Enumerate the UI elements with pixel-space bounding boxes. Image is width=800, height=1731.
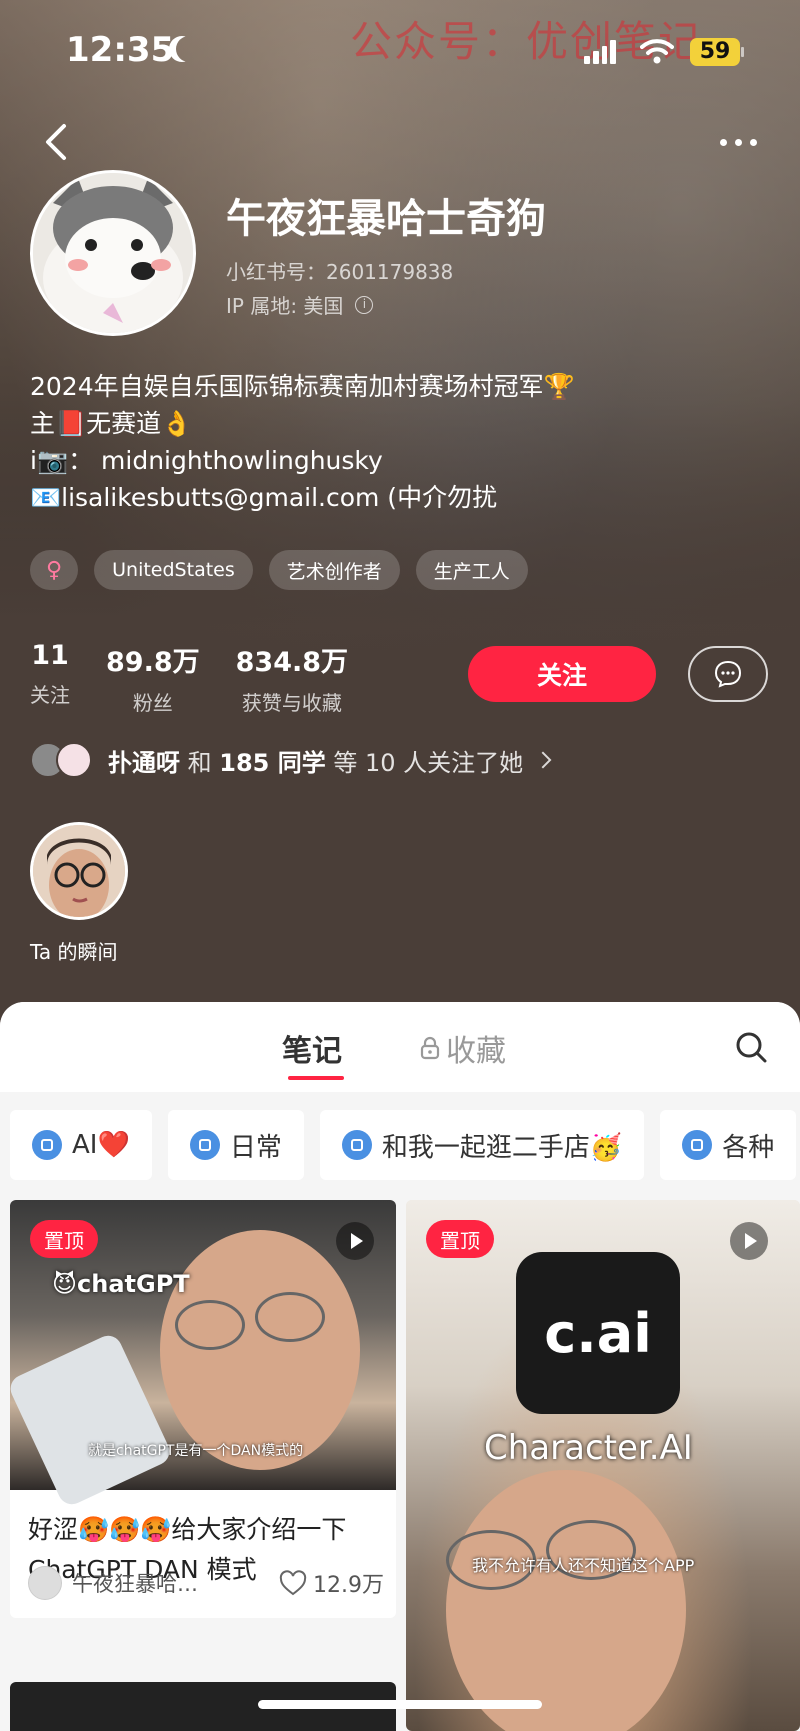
face-illustration	[160, 1230, 360, 1470]
followers-stat[interactable]: 89.8万 粉丝	[106, 640, 200, 716]
tab-collect-label: 收藏	[446, 1034, 506, 1069]
note-card[interactable]: c.ai Character.AI 我不允许有人还不知道这个APP 置顶	[406, 1200, 800, 1731]
stat-value: 89.8万	[106, 647, 200, 678]
tab-bar: 笔记 收藏	[0, 1002, 800, 1092]
profile-name: 午夜狂暴哈士奇狗	[226, 196, 546, 242]
back-arrow-icon[interactable]	[36, 120, 80, 164]
collection-chip[interactable]: AI❤️	[10, 1110, 152, 1180]
following-stat[interactable]: 11 关注	[30, 640, 70, 716]
collection-chip[interactable]: 和我一起逛二手店🥳	[319, 1110, 645, 1180]
message-button[interactable]	[688, 646, 768, 702]
video-overlay-text: Character.AI	[484, 1428, 693, 1468]
occupation-tag: 艺术创作者	[268, 550, 400, 590]
location-tag: UnitedStates	[94, 550, 253, 590]
mutual-avatar	[56, 742, 92, 778]
chat-bubble-icon	[714, 660, 742, 688]
stat-label: 粉丝	[132, 691, 173, 715]
chip-label: 各种	[722, 1132, 775, 1163]
red-id-label: 小红书号：	[226, 260, 326, 284]
video-subtitle: 我不允许有人还不知道这个APP	[472, 1556, 695, 1575]
cellular-signal-icon	[584, 40, 616, 64]
occupation-tag: 生产工人	[415, 550, 528, 590]
moments-label: Ta 的瞬间	[30, 940, 118, 964]
chip-label: AI❤️	[72, 1130, 130, 1160]
content-sheet: 笔记 收藏 AI❤️ 日常 和我一起逛二手店🥳 各种 😈chatGPT 就是ch…	[0, 1002, 800, 1731]
collection-icon	[189, 1130, 220, 1160]
chip-label: 和我一起逛二手店🥳	[381, 1132, 623, 1163]
chevron-right-icon	[534, 751, 552, 769]
pinned-badge: 置顶	[30, 1220, 98, 1258]
stat-value: 834.8万	[235, 647, 349, 678]
bio-line: 2024年自娱自乐国际锦标赛南加村赛场村冠军🏆	[30, 372, 575, 401]
face-illustration	[446, 1470, 686, 1731]
moon-icon	[176, 36, 202, 62]
collection-chip[interactable]: 各种	[660, 1110, 797, 1180]
wifi-icon	[640, 39, 674, 64]
play-icon	[336, 1222, 374, 1260]
glasses-illustration	[255, 1292, 325, 1342]
battery-indicator: 59	[690, 38, 740, 66]
play-icon	[730, 1222, 768, 1260]
stat-label: 获赞与收藏	[241, 691, 342, 715]
chip-label: 日常	[229, 1132, 282, 1163]
collection-chip[interactable]: 日常	[167, 1110, 304, 1180]
pinned-badge: 置顶	[426, 1220, 494, 1258]
bio-line: i📷： midnighthowlinghusky	[30, 446, 383, 475]
ip-location: IP 属地: 美国 i	[226, 290, 374, 319]
more-options-icon[interactable]	[720, 124, 770, 160]
lock-icon	[420, 1036, 440, 1060]
ip-location-text: IP 属地: 美国	[226, 294, 344, 318]
like-count: 12.9万	[313, 1573, 384, 1598]
note-footer: 午夜狂暴哈… 12.9万	[28, 1566, 384, 1600]
mutual-followers[interactable]: 扑通呀 和 185 同学 等 10 人关注了她	[30, 742, 552, 778]
clock: 12:35	[66, 30, 175, 70]
profile-stats: 11 关注 89.8万 粉丝 834.8万 获赞与收藏	[30, 640, 348, 716]
info-icon[interactable]: i	[355, 295, 374, 314]
stat-label: 关注	[30, 683, 70, 707]
note-cover-image: 😈chatGPT 就是chatGPT是有一个DAN模式的 置顶	[10, 1200, 396, 1509]
author-avatar	[28, 1566, 62, 1600]
collection-icon	[341, 1130, 372, 1160]
collection-icon	[32, 1130, 62, 1160]
video-overlay-text: 😈chatGPT	[52, 1270, 190, 1298]
bio-line: 主📕无赛道👌	[30, 409, 193, 438]
phone-illustration	[10, 1331, 174, 1509]
home-indicator	[258, 1700, 542, 1709]
profile-tags: ♀ UnitedStates 艺术创作者 生产工人	[30, 550, 528, 590]
search-icon[interactable]	[734, 1030, 768, 1064]
mutual-name: 扑通呀	[108, 748, 180, 777]
active-tab-indicator	[288, 1076, 344, 1080]
battery-tip	[741, 47, 744, 57]
stat-value: 11	[31, 640, 69, 671]
video-subtitle: 就是chatGPT是有一个DAN模式的	[88, 1443, 304, 1459]
moments-avatar[interactable]	[30, 822, 128, 920]
status-bar: 12:35 59	[0, 0, 800, 110]
red-id: 小红书号：2601179838	[226, 256, 453, 285]
red-id-value: 2601179838	[326, 260, 454, 284]
mutual-text: 扑通呀 和 185 同学 等 10 人关注了她	[108, 743, 523, 778]
tab-collect[interactable]: 收藏	[420, 1026, 506, 1070]
collection-icon	[682, 1130, 713, 1160]
glasses-illustration	[175, 1300, 245, 1350]
gender-tag: ♀	[30, 550, 79, 590]
collection-chips: AI❤️ 日常 和我一起逛二手店🥳 各种	[10, 1110, 797, 1180]
likes-stat[interactable]: 834.8万 获赞与收藏	[236, 640, 348, 716]
heart-icon[interactable]	[279, 1570, 307, 1596]
author-name: 午夜狂暴哈…	[72, 1572, 198, 1596]
mutual-name: 185 同学	[219, 748, 326, 777]
follow-button[interactable]: 关注	[468, 646, 656, 702]
note-card[interactable]: 😈chatGPT 就是chatGPT是有一个DAN模式的 置顶 好涩🥵🥵🥵给大家…	[10, 1200, 396, 1618]
tab-notes[interactable]: 笔记	[282, 1026, 342, 1070]
profile-bio: 2024年自娱自乐国际锦标赛南加村赛场村冠军🏆 主📕无赛道👌 i📷： midni…	[30, 368, 770, 516]
mutual-suffix: 等 10 人关注了她	[333, 748, 524, 777]
profile-avatar[interactable]	[30, 170, 196, 336]
character-ai-logo: c.ai	[516, 1252, 680, 1414]
mutual-and: 和	[187, 748, 212, 777]
bio-line: 📧lisalikesbutts@gmail.com (中介勿扰	[30, 483, 498, 512]
note-cover-image: c.ai Character.AI 我不允许有人还不知道这个APP 置顶	[406, 1200, 800, 1731]
